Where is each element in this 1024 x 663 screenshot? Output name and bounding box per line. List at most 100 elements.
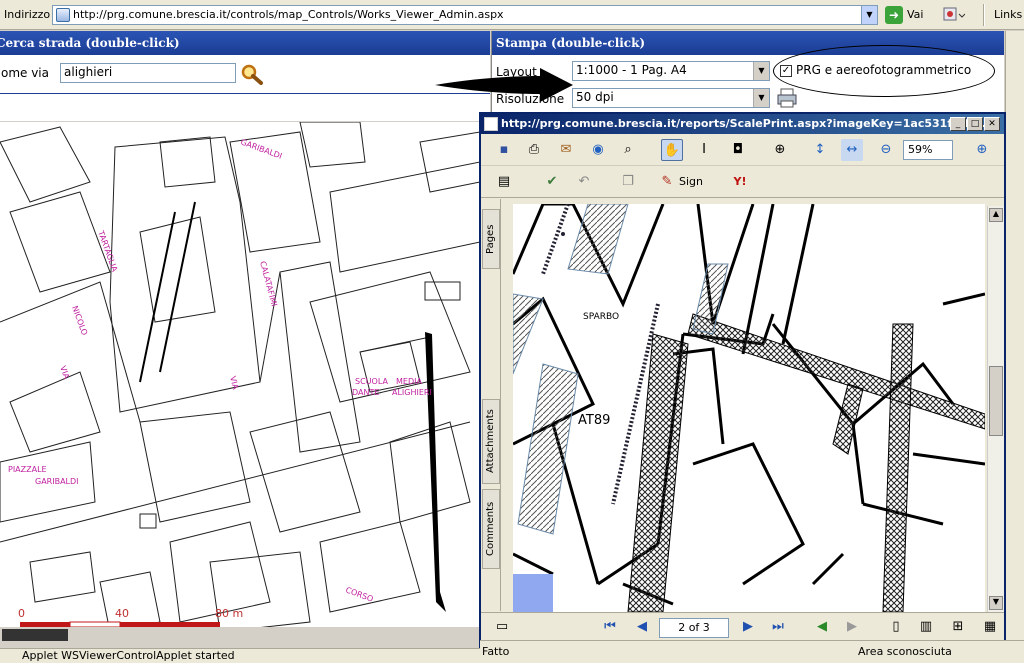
spellcheck-icon[interactable]: ✔	[541, 171, 563, 193]
status-zone: Area sconosciuta	[858, 645, 952, 658]
first-page-icon[interactable]: ⏮	[599, 616, 621, 638]
reader-toolbar-1: ▪ ⎙ ✉ ◉ ⌕ ✋ I ◘ ⊕ ↕ ↔ ⊖ 59% ⊕	[481, 134, 1004, 166]
next-page-icon[interactable]: ▶	[737, 616, 759, 638]
search-panel-header: Cerca strada (double-click)	[0, 31, 490, 55]
previous-page-icon[interactable]: ◀	[631, 616, 653, 638]
map-label: GARIBALDI	[239, 137, 283, 160]
map-label: CALATAFIMI	[258, 260, 279, 307]
street-label: Nome via	[0, 66, 49, 80]
globe-icon[interactable]: ◉	[587, 139, 609, 161]
print-icon[interactable]: ⎙	[523, 139, 545, 161]
find-icon[interactable]: ⌕	[617, 139, 639, 161]
page-scrollbar[interactable]	[1005, 31, 1024, 651]
map-label: PIAZZALE	[8, 465, 47, 474]
map-scroll-thumb[interactable]	[2, 629, 68, 641]
page-number-field[interactable]: 2 of 3	[659, 618, 729, 638]
pdf-vertical-scrollbar[interactable]: ▲ ▼	[987, 206, 1004, 612]
page-thumbnail-icon[interactable]: ▭	[491, 616, 513, 638]
select-text-icon[interactable]: I	[693, 139, 715, 161]
zoom-in-icon[interactable]: ⊕	[769, 139, 791, 161]
map-view[interactable]: GARIBALDI TARTAGLIA NICOLO VIA CALATAFIM…	[0, 122, 480, 642]
yahoo-icon[interactable]: Y!	[729, 171, 751, 193]
pdf-map-drawing: AT89 SPARBO	[513, 204, 985, 612]
translate-icon[interactable]	[943, 6, 966, 24]
document-icon[interactable]: ▤	[493, 171, 515, 193]
email-icon[interactable]: ✉	[555, 139, 577, 161]
map-label: VIA	[58, 365, 71, 381]
tab-pages[interactable]: Pages	[482, 209, 500, 269]
reader-title: http://prg.comune.brescia.it/reports/Sca…	[501, 117, 990, 130]
scroll-up-icon[interactable]: ▲	[989, 208, 1003, 222]
applet-status-bar: Applet WSViewerControlApplet started	[0, 648, 480, 663]
highlight-ellipse	[773, 45, 995, 97]
reader-side-tabs: Pages Attachments Comments	[481, 199, 501, 611]
layout-value: 1:1000 - 1 Pag. A4	[576, 63, 687, 77]
printer-icon[interactable]	[776, 87, 798, 109]
map-label: NICOLO	[70, 305, 89, 337]
address-label: Indirizzo	[4, 8, 51, 21]
scale-label: 40	[115, 607, 129, 620]
browser-status-bar: Fatto Area sconosciuta	[480, 640, 1024, 663]
reader-toolbar-2: ▤ ✔ ↶ ❐ ✎ Sign Y!	[481, 166, 1004, 198]
scale-label: 80 m	[215, 607, 243, 620]
resolution-select[interactable]: 50 dpi ▼	[572, 88, 770, 108]
layout-select[interactable]: 1:1000 - 1 Pag. A4 ▼	[572, 61, 770, 81]
single-page-icon[interactable]: ▯	[885, 616, 907, 638]
page-icon	[56, 8, 70, 22]
copy-icon[interactable]: ❐	[617, 171, 639, 193]
reader-nav-bar: ▭ ⏮ ◀ 2 of 3 ▶ ⏭ ◀ ▶ ▯ ▥ ⊞ ▦	[481, 612, 1004, 642]
pdf-viewer-window: http://prg.comune.brescia.it/reports/Sca…	[479, 112, 1006, 660]
undo-icon[interactable]: ↶	[573, 171, 595, 193]
zoom-out-icon[interactable]: ⊖	[875, 139, 897, 161]
reader-title-bar[interactable]: http://prg.comune.brescia.it/reports/Sca…	[481, 114, 1004, 134]
scroll-down-icon[interactable]: ▼	[989, 596, 1003, 610]
map-label: ALIGHIERI	[392, 388, 432, 397]
scale-label: 0	[18, 607, 25, 620]
hand-tool-icon[interactable]: ✋	[661, 139, 683, 161]
zone-label: AT89	[578, 413, 610, 428]
map-label: CORSO	[344, 585, 374, 603]
search-icon[interactable]	[240, 63, 264, 85]
continuous-facing-icon[interactable]: ▦	[979, 616, 1001, 638]
save-icon[interactable]: ▪	[493, 139, 515, 161]
close-button[interactable]: ✕	[984, 117, 1000, 131]
applet-status-text: Applet WSViewerControlApplet started	[22, 649, 235, 662]
pdf-page[interactable]: AT89 SPARBO	[513, 204, 985, 612]
links-button[interactable]: Links	[994, 8, 1022, 21]
facing-icon[interactable]: ⊞	[947, 616, 969, 638]
zoom-plus-icon[interactable]: ⊕	[971, 139, 993, 161]
url-dropdown-icon[interactable]: ▼	[861, 6, 877, 24]
annotation-arrow	[435, 68, 573, 102]
map-label: SCUOLA	[355, 377, 388, 386]
go-label: Vai	[907, 8, 924, 21]
sign-button[interactable]: Sign	[679, 175, 703, 188]
maximize-button[interactable]: □	[967, 117, 983, 131]
continuous-icon[interactable]: ▥	[915, 616, 937, 638]
fit-width-icon[interactable]: ↔	[841, 139, 863, 161]
chevron-down-icon[interactable]: ▼	[753, 62, 769, 80]
forward-icon[interactable]: ▶	[841, 616, 863, 638]
minimize-button[interactable]: _	[950, 117, 966, 131]
url-field[interactable]: http://prg.comune.brescia.it/controls/ma…	[52, 5, 878, 25]
pen-icon[interactable]: ✎	[656, 171, 678, 193]
snapshot-icon[interactable]: ◘	[727, 139, 749, 161]
back-icon[interactable]: ◀	[811, 616, 833, 638]
zoom-field[interactable]: 59%	[903, 140, 953, 160]
chevron-down-icon[interactable]: ▼	[753, 89, 769, 107]
tab-comments[interactable]: Comments	[482, 489, 500, 569]
street-input[interactable]: alighieri	[60, 63, 236, 83]
toolbar-separator	[983, 4, 985, 26]
scroll-thumb[interactable]	[989, 366, 1003, 436]
map-label: DANTE	[352, 388, 379, 397]
go-button[interactable]: ➜ Vai	[885, 5, 935, 25]
fit-page-icon[interactable]: ↕	[809, 139, 831, 161]
scale-bar	[20, 622, 70, 627]
map-label: MEDIA	[396, 377, 422, 386]
panel-divider	[0, 93, 490, 94]
tab-attachments[interactable]: Attachments	[482, 399, 500, 484]
search-panel: Cerca strada (double-click) Nome via ali…	[0, 31, 490, 121]
address-bar: Indirizzo http://prg.comune.brescia.it/c…	[0, 0, 1024, 30]
resolution-value: 50 dpi	[576, 90, 614, 104]
map-drawing: GARIBALDI TARTAGLIA NICOLO VIA CALATAFIM…	[0, 122, 480, 642]
last-page-icon[interactable]: ⏭	[767, 616, 789, 638]
